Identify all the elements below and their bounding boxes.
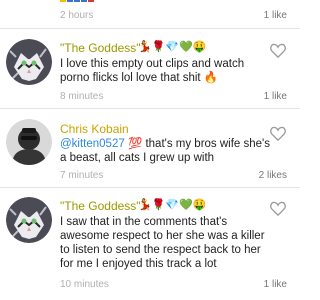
like-count[interactable]: 2 likes [259, 170, 287, 182]
mention-link[interactable]: @kitten0527 [60, 138, 125, 150]
user-badges: 💃🌹💎💚🤑 [138, 41, 207, 53]
comment-item: "The Goddess" 💃🌹💎💚🤑 I love this empty ou… [0, 29, 300, 109]
user-badges: 💃🌹💎💚🤑 [138, 199, 207, 211]
heart-outline-icon[interactable] [270, 126, 286, 141]
comment-time: 8 minutes [60, 91, 104, 102]
comment-item: "The Goddess" 💃🌹💎💚🤑 I saw that in the co… [0, 188, 300, 300]
like-count[interactable]: 1 like [264, 10, 287, 22]
comment-text: I love this empty out clips and watch po… [60, 58, 245, 84]
comment-time: 10 minutes [60, 279, 109, 290]
comment-item: 2 hours 1 like [0, 0, 300, 28]
partial-emoji-row [60, 0, 94, 7]
comment-text: @kitten0527 💯 that's my bros wife she's … [60, 137, 270, 165]
heart-outline-icon[interactable] [270, 201, 286, 216]
avatar[interactable] [6, 119, 52, 165]
comment-username[interactable]: Chris Kobain [60, 122, 129, 136]
comment-item: Chris Kobain @kitten0527 💯 that's my bro… [0, 109, 300, 187]
comment-username[interactable]: "The Goddess" [60, 41, 141, 55]
avatar[interactable] [6, 39, 52, 85]
avatar[interactable] [6, 197, 52, 243]
comment-time: 2 hours [60, 10, 94, 21]
heart-outline-icon[interactable] [270, 43, 286, 58]
comment-username[interactable]: "The Goddess" [60, 199, 141, 213]
like-count[interactable]: 1 like [264, 279, 287, 291]
comment-text: I saw that in the comments that's awesom… [60, 216, 265, 270]
like-count[interactable]: 1 like [264, 91, 287, 103]
comment-feed: 2 hours 1 like "The Goddess" 💃🌹💎💚🤑 I lov… [0, 0, 300, 300]
comment-time: 7 minutes [60, 170, 104, 181]
